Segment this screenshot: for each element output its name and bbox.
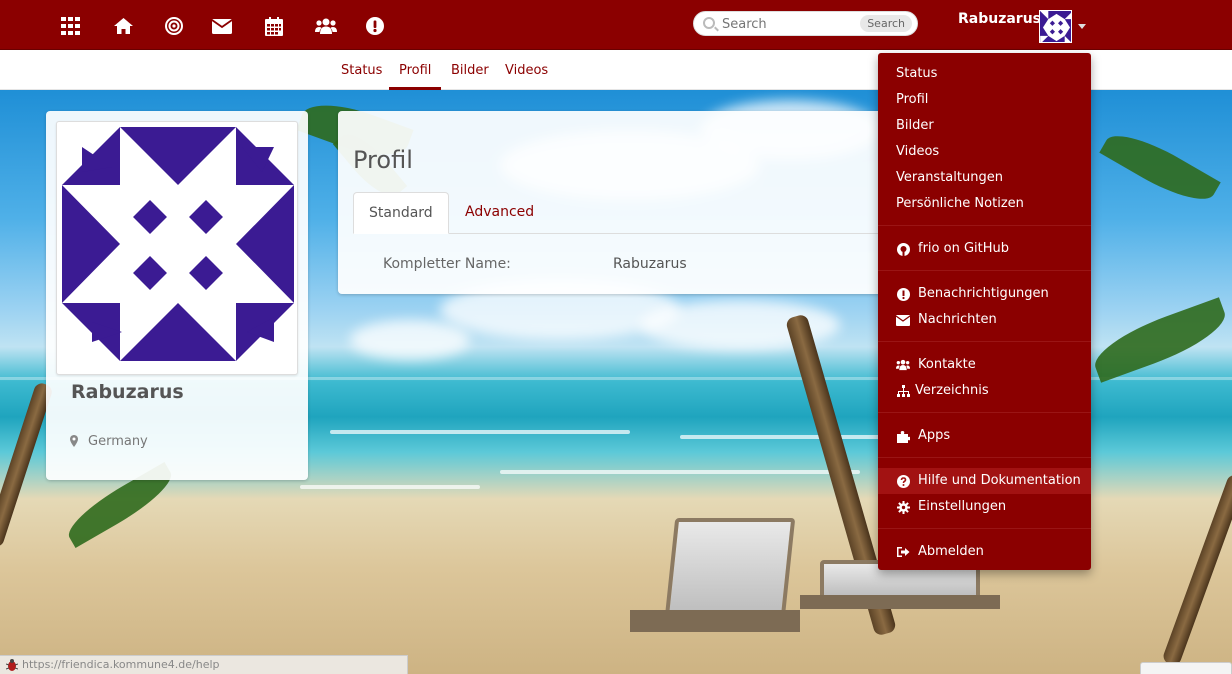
profile-location: Germany bbox=[88, 434, 148, 449]
users-icon[interactable] bbox=[315, 15, 337, 37]
calendar-icon[interactable] bbox=[263, 15, 285, 37]
profile-main-card: Profil Standard Advanced Kompletter Name… bbox=[338, 111, 898, 294]
status-url: https://friendica.kommune4.de/help bbox=[22, 658, 220, 671]
sign-out-icon bbox=[896, 545, 910, 559]
sitemap-icon bbox=[896, 384, 910, 398]
active-tab-indicator bbox=[389, 87, 441, 90]
bug-icon bbox=[6, 659, 18, 671]
menu-item-notizen[interactable]: Persönliche Notizen bbox=[878, 191, 1091, 217]
gear-icon bbox=[896, 500, 910, 514]
avatar[interactable] bbox=[1039, 10, 1072, 43]
menu-item-abmelden[interactable]: Abmelden bbox=[878, 539, 1091, 565]
full-name-value: Rabuzarus bbox=[613, 256, 687, 272]
users-icon bbox=[896, 358, 910, 372]
user-dropdown-menu: Status Profil Bilder Videos Veranstaltun… bbox=[878, 53, 1091, 570]
menu-item-videos[interactable]: Videos bbox=[878, 139, 1091, 165]
user-name[interactable]: Rabuzarus bbox=[958, 11, 1041, 27]
menu-item-status[interactable]: Status bbox=[878, 61, 1091, 87]
puzzle-icon bbox=[896, 429, 910, 443]
search-icon bbox=[703, 17, 715, 29]
profile-name: Rabuzarus bbox=[71, 381, 184, 403]
tab-advanced[interactable]: Advanced bbox=[450, 192, 549, 234]
question-circle-icon bbox=[896, 474, 910, 488]
search-box: Search bbox=[693, 11, 918, 36]
full-name-label: Kompletter Name: bbox=[383, 256, 511, 272]
top-navbar: Search Rabuzarus bbox=[0, 0, 1232, 50]
tab-bilder[interactable]: Bilder bbox=[451, 63, 489, 78]
menu-item-benachrichtigungen[interactable]: Benachrichtigungen bbox=[878, 281, 1091, 307]
menu-item-bilder[interactable]: Bilder bbox=[878, 113, 1091, 139]
profile-photo-frame bbox=[56, 121, 298, 375]
search-input[interactable] bbox=[722, 15, 852, 33]
target-icon[interactable] bbox=[163, 15, 185, 37]
apps-grid-icon[interactable] bbox=[60, 15, 82, 37]
tab-profil[interactable]: Profil bbox=[399, 63, 431, 78]
menu-item-kontakte[interactable]: Kontakte bbox=[878, 352, 1091, 378]
browser-status-bar: https://friendica.kommune4.de/help bbox=[0, 655, 408, 674]
search-button[interactable]: Search bbox=[860, 15, 912, 32]
chevron-down-icon[interactable] bbox=[1078, 24, 1086, 29]
menu-item-nachrichten[interactable]: Nachrichten bbox=[878, 307, 1091, 333]
menu-item-veranstaltungen[interactable]: Veranstaltungen bbox=[878, 165, 1091, 191]
profile-photo[interactable] bbox=[62, 127, 294, 361]
tab-standard[interactable]: Standard bbox=[353, 192, 449, 234]
menu-item-einstellungen[interactable]: Einstellungen bbox=[878, 494, 1091, 520]
github-icon bbox=[896, 242, 910, 256]
envelope-icon[interactable] bbox=[211, 15, 233, 37]
tab-status[interactable]: Status bbox=[341, 63, 382, 78]
map-marker-icon bbox=[70, 435, 78, 447]
exclamation-icon[interactable] bbox=[364, 15, 386, 37]
menu-item-hilfe[interactable]: Hilfe und Dokumentation bbox=[878, 468, 1091, 494]
menu-item-profil[interactable]: Profil bbox=[878, 87, 1091, 113]
menu-item-apps[interactable]: Apps bbox=[878, 423, 1091, 449]
envelope-icon bbox=[896, 313, 910, 327]
exclamation-circle-icon bbox=[896, 287, 910, 301]
menu-item-verzeichnis[interactable]: Verzeichnis bbox=[878, 378, 1091, 404]
home-icon[interactable] bbox=[112, 15, 134, 37]
menu-item-github[interactable]: frio on GitHub bbox=[878, 236, 1091, 262]
tab-videos[interactable]: Videos bbox=[505, 63, 548, 78]
profile-sidebar-card: Rabuzarus Germany bbox=[46, 111, 308, 480]
corner-widget[interactable] bbox=[1140, 662, 1232, 674]
page-title: Profil bbox=[353, 146, 413, 174]
